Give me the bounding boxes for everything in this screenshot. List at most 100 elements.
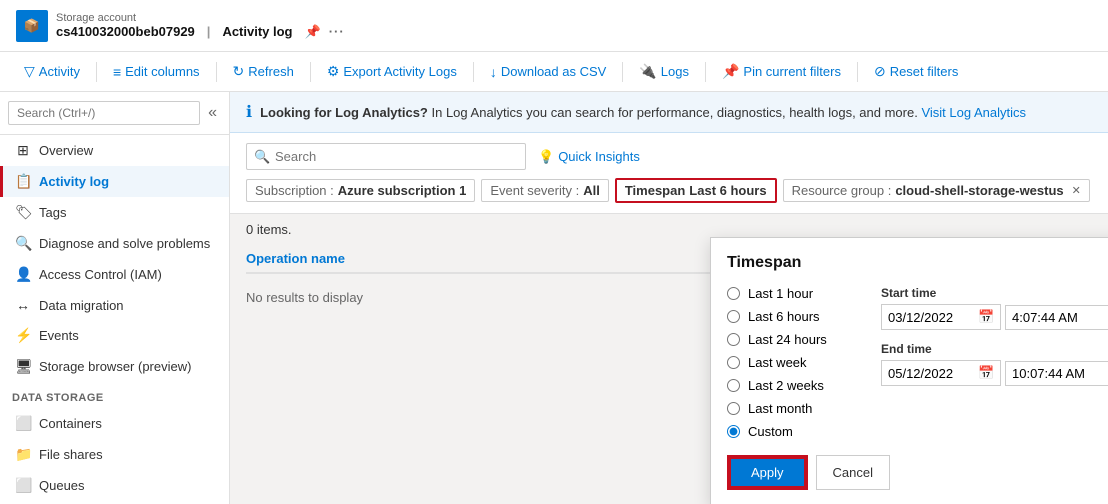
sidebar-item-data-migration[interactable]: ↔ Data migration (0, 290, 229, 320)
search-row: 🔍 💡 Quick Insights (246, 143, 1092, 170)
sidebar-item-activity-log[interactable]: 📋 Activity log (0, 166, 229, 197)
dropdown-footer: Apply Cancel (727, 455, 1108, 490)
pin-filters-label: Pin current filters (743, 64, 841, 79)
edit-columns-label: Edit columns (125, 64, 199, 79)
timespan-chip[interactable]: Timespan Last 6 hours (615, 178, 777, 203)
activity-button[interactable]: ▽ Activity (16, 59, 88, 84)
sidebar-item-events[interactable]: ⚡ Events (0, 320, 229, 351)
apply-cancel-box: Apply (727, 455, 808, 490)
sidebar-collapse-button[interactable]: « (204, 100, 221, 126)
resource-group-chip[interactable]: Resource group : cloud-shell-storage-wes… (783, 179, 1090, 202)
end-date-input[interactable] (888, 366, 978, 381)
radio-last-month[interactable] (727, 402, 740, 415)
info-text: Looking for Log Analytics? In Log Analyt… (260, 105, 1026, 120)
toolbar-sep-5 (622, 62, 623, 82)
resource-group-chip-close[interactable]: ✕ (1072, 184, 1081, 197)
start-date-input[interactable] (888, 310, 978, 325)
more-options-icon[interactable]: ··· (329, 24, 345, 39)
download-button[interactable]: ↓ Download as CSV (482, 60, 615, 84)
sidebar-label-events: Events (39, 328, 79, 343)
end-date-calendar-icon[interactable]: 📅 (978, 365, 994, 381)
apply-button[interactable]: Apply (729, 457, 806, 488)
search-input[interactable] (246, 143, 526, 170)
subscription-chip[interactable]: Subscription : Azure subscription 1 (246, 179, 475, 202)
sidebar-label-data-migration: Data migration (39, 298, 124, 313)
sidebar-item-overview[interactable]: ⊞ Overview (0, 135, 229, 166)
sidebar-search-input[interactable] (8, 101, 200, 125)
radio-last-week[interactable] (727, 356, 740, 369)
resource-icon: 📦 (16, 10, 48, 42)
datetime-section: Start time 📅 End time 📅 (881, 286, 1108, 439)
event-severity-chip-label: Event severity : (490, 183, 579, 198)
pin-icon[interactable]: 📌 (305, 24, 321, 40)
header-title-block: Storage account cs410032000beb07929 | Ac… (56, 12, 345, 40)
radio-last-1-hour[interactable] (727, 287, 740, 300)
resource-name: cs410032000beb07929 (56, 24, 195, 39)
option-last-month[interactable]: Last month (727, 401, 857, 416)
storage-browser-icon: 🖥 (15, 358, 31, 375)
option-last-week[interactable]: Last week (727, 355, 857, 370)
page-title: Activity log (222, 24, 292, 39)
event-severity-chip[interactable]: Event severity : All (481, 179, 609, 202)
toolbar-sep-2 (216, 62, 217, 82)
refresh-label: Refresh (248, 64, 294, 79)
edit-columns-button[interactable]: ≡ Edit columns (105, 60, 208, 84)
radio-custom[interactable] (727, 425, 740, 438)
overview-icon: ⊞ (15, 142, 31, 159)
refresh-icon: ↻ (233, 63, 245, 80)
end-date-input-wrap: 📅 (881, 360, 1001, 386)
sidebar-item-tags[interactable]: 🏷 Tags (0, 197, 229, 228)
option-last-6-hours-label: Last 6 hours (748, 309, 820, 324)
end-time-input[interactable] (1005, 361, 1108, 386)
timespan-dropdown: Timespan Last 1 hour Last 6 hours Last 2… (710, 237, 1108, 504)
option-last-1-hour-label: Last 1 hour (748, 286, 813, 301)
subscription-chip-label: Subscription : (255, 183, 334, 198)
option-last-24-hours[interactable]: Last 24 hours (727, 332, 857, 347)
reset-filters-icon: ⊘ (874, 63, 886, 80)
activity-log-icon: 📋 (15, 173, 31, 190)
pin-filters-button[interactable]: 📌 Pin current filters (714, 59, 849, 84)
option-last-24-hours-label: Last 24 hours (748, 332, 827, 347)
sidebar-search-row: « (8, 100, 221, 126)
filter-bar: 🔍 💡 Quick Insights Subscription : Azure … (230, 133, 1108, 214)
sidebar-item-containers[interactable]: ⬜ Containers (0, 408, 229, 439)
radio-last-6-hours[interactable] (727, 310, 740, 323)
visit-log-analytics-link[interactable]: Visit Log Analytics (921, 105, 1026, 120)
sidebar-item-file-shares[interactable]: 📁 File shares (0, 439, 229, 470)
resource-group-chip-value: cloud-shell-storage-westus (895, 183, 1063, 198)
reset-filters-button[interactable]: ⊘ Reset filters (866, 59, 966, 84)
option-last-month-label: Last month (748, 401, 812, 416)
start-time-row: 📅 (881, 304, 1108, 330)
start-date-calendar-icon[interactable]: 📅 (978, 309, 994, 325)
export-label: Export Activity Logs (343, 64, 456, 79)
radio-last-2-weeks[interactable] (727, 379, 740, 392)
sidebar-label-overview: Overview (39, 143, 93, 158)
refresh-button[interactable]: ↻ Refresh (225, 59, 302, 84)
logs-button[interactable]: 🔌 Logs (631, 59, 697, 84)
title-divider: | (207, 24, 211, 39)
quick-insights-icon: 💡 (538, 149, 554, 165)
option-last-1-hour[interactable]: Last 1 hour (727, 286, 857, 301)
quick-insights-button[interactable]: 💡 Quick Insights (538, 149, 640, 165)
start-time-input[interactable] (1005, 305, 1108, 330)
sidebar-label-queues: Queues (39, 478, 85, 493)
storage-icon: 📦 (24, 18, 40, 34)
sidebar-label-activity-log: Activity log (39, 174, 109, 189)
option-last-2-weeks[interactable]: Last 2 weeks (727, 378, 857, 393)
sidebar: « ⊞ Overview 📋 Activity log 🏷 Tags 🔍 Dia… (0, 92, 230, 504)
option-last-2-weeks-label: Last 2 weeks (748, 378, 824, 393)
sidebar-item-access-control[interactable]: 👤 Access Control (IAM) (0, 259, 229, 290)
timespan-chip-value: Last 6 hours (689, 183, 766, 198)
reset-filters-label: Reset filters (890, 64, 959, 79)
sidebar-item-diagnose[interactable]: 🔍 Diagnose and solve problems (0, 228, 229, 259)
toolbar-sep-3 (310, 62, 311, 82)
export-button[interactable]: ⚙ Export Activity Logs (319, 59, 465, 84)
option-custom[interactable]: Custom (727, 424, 857, 439)
download-label: Download as CSV (501, 64, 607, 79)
sidebar-item-storage-browser[interactable]: 🖥 Storage browser (preview) (0, 351, 229, 382)
option-last-6-hours[interactable]: Last 6 hours (727, 309, 857, 324)
column-operation-name: Operation name (246, 251, 345, 266)
sidebar-item-queues[interactable]: ⬜ Queues (0, 470, 229, 501)
radio-last-24-hours[interactable] (727, 333, 740, 346)
cancel-button[interactable]: Cancel (816, 455, 890, 490)
